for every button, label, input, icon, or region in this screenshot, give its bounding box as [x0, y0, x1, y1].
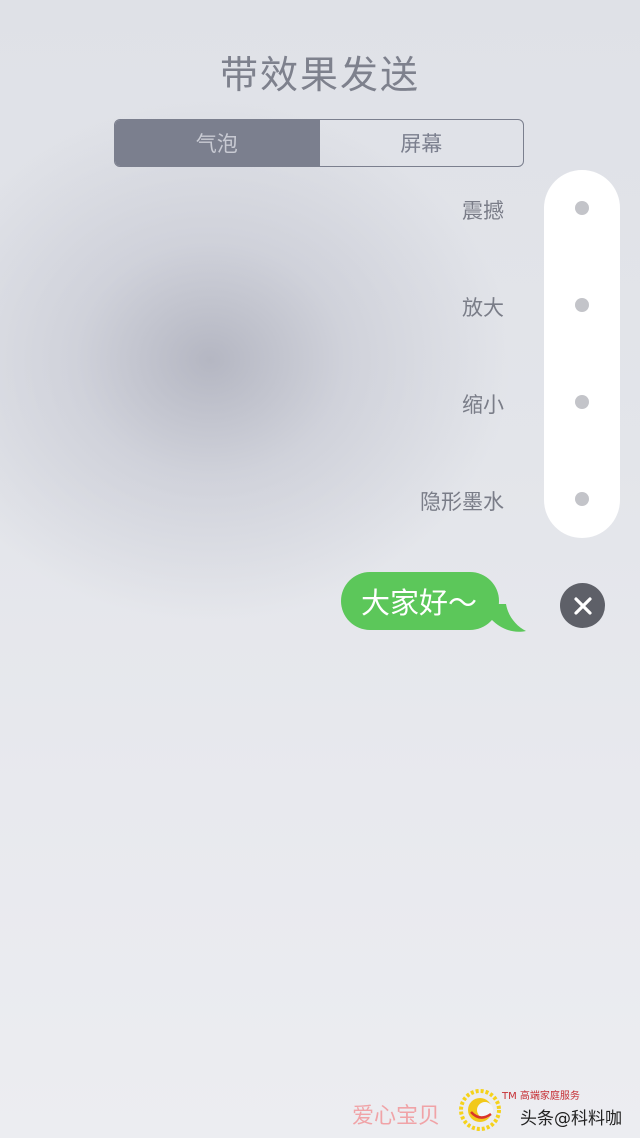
tab-bubble[interactable]: 气泡: [115, 120, 319, 166]
watermark-tagline: TM 高端家庭服务: [502, 1091, 580, 1102]
effect-type-segmented-control: 气泡 屏幕: [114, 119, 524, 167]
effect-label-gentle[interactable]: 缩小: [462, 389, 504, 419]
effect-option-dot-invisible-ink[interactable]: [575, 492, 589, 506]
watermark-account-text: 头条@科料咖: [520, 1109, 622, 1129]
message-bubble: 大家好～: [341, 572, 500, 630]
message-text: 大家好～: [361, 586, 478, 620]
cancel-effect-button[interactable]: [560, 583, 605, 628]
effect-option-dot-gentle[interactable]: [575, 395, 589, 409]
effect-option-dot-slam[interactable]: [575, 201, 589, 215]
page-title: 带效果发送: [219, 53, 420, 97]
close-icon: [573, 596, 592, 615]
effect-label-slam[interactable]: 震撼: [462, 195, 504, 225]
tab-screen[interactable]: 屏幕: [318, 120, 524, 166]
effect-option-dot-loud[interactable]: [575, 298, 589, 312]
effect-label-invisible-ink[interactable]: 隐形墨水: [420, 486, 504, 516]
watermark-brand-text: 爱心宝贝: [352, 1104, 441, 1129]
effect-label-loud[interactable]: 放大: [462, 292, 504, 322]
effect-selector-track[interactable]: [544, 170, 620, 538]
send-with-effect-screen: 带效果发送 气泡 屏幕 震撼 放大 缩小 隐形墨水 大家好～ 爱心宝贝 TM 高…: [0, 0, 640, 1138]
sun-logo-icon: [459, 1089, 501, 1131]
